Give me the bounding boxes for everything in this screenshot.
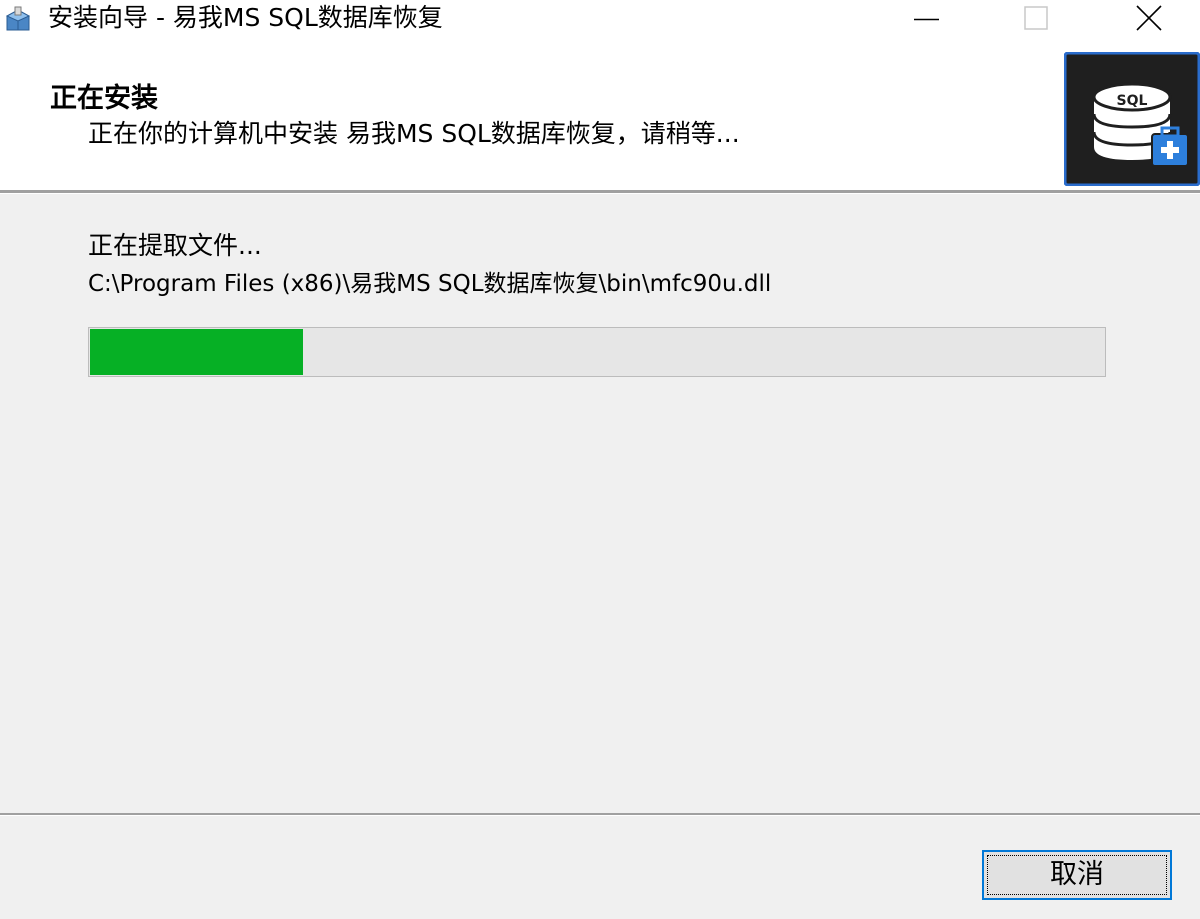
- wizard-header: 正在安装 正在你的计算机中安装 易我MS SQL数据库恢复，请稍等... SQL: [0, 38, 1200, 190]
- close-button[interactable]: [1104, 0, 1200, 38]
- cancel-button-label: 取消: [1050, 859, 1104, 890]
- window-title: 安装向导 - 易我MS SQL数据库恢复: [48, 3, 443, 32]
- close-icon: [1136, 5, 1162, 31]
- page-title: 正在安装: [50, 83, 158, 114]
- minimize-button[interactable]: [882, 0, 972, 38]
- sql-logo-text: SQL: [1117, 93, 1148, 109]
- maximize-button[interactable]: [990, 0, 1080, 38]
- cancel-button[interactable]: 取消: [982, 850, 1172, 900]
- page-subtitle: 正在你的计算机中安装 易我MS SQL数据库恢复，请稍等...: [88, 119, 740, 148]
- minimize-icon: [914, 18, 939, 21]
- install-progress-bar: [88, 327, 1106, 377]
- current-file-path: C:\Program Files (x86)\易我MS SQL数据库恢复\bin…: [88, 271, 772, 297]
- maximize-icon: [1024, 6, 1048, 30]
- progress-fill: [90, 329, 303, 375]
- installer-window: 安装向导 - 易我MS SQL数据库恢复 正在安装 正在你的计算机中安装 易我M…: [0, 0, 1200, 919]
- footer-divider: [0, 813, 1200, 816]
- sql-database-icon: SQL: [1064, 52, 1200, 186]
- installer-box-icon: [5, 6, 31, 31]
- extract-status: 正在提取文件...: [88, 231, 262, 260]
- title-bar[interactable]: 安装向导 - 易我MS SQL数据库恢复: [0, 0, 1200, 38]
- header-divider: [0, 190, 1200, 194]
